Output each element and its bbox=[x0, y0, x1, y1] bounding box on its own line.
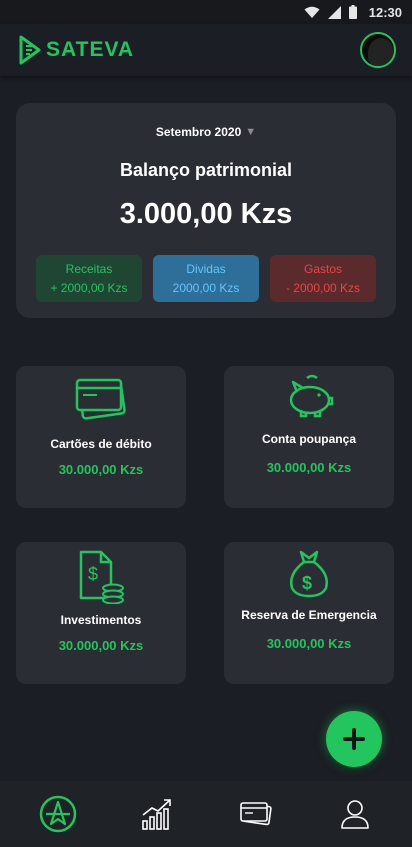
wifi-icon bbox=[304, 6, 320, 18]
svg-text:$: $ bbox=[88, 564, 98, 584]
nav-cards[interactable] bbox=[226, 789, 286, 839]
add-button[interactable] bbox=[326, 711, 382, 767]
cards-icon bbox=[239, 802, 272, 826]
brand[interactable]: SATEVA bbox=[18, 35, 134, 65]
credit-card-icon bbox=[75, 378, 126, 420]
tile-label: Conta poupança bbox=[261, 432, 356, 446]
income-label: Receitas bbox=[65, 262, 113, 276]
battery-icon bbox=[348, 5, 357, 19]
app-header: SATEVA bbox=[0, 24, 412, 76]
signal-icon bbox=[327, 5, 341, 19]
tile-value: 30.000,00 Kzs bbox=[58, 638, 144, 653]
balance-title: Balanço patrimonial bbox=[119, 160, 293, 180]
balance-value: 3.000,00 Kzs bbox=[119, 198, 293, 230]
brand-name: SATEVA bbox=[46, 38, 135, 61]
nav-stats[interactable] bbox=[127, 789, 187, 839]
tile-investments[interactable]: $ Investimentos 30.000,00 Kzs bbox=[16, 542, 186, 684]
tile-savings-account[interactable]: Conta poupança 30.000,00 Kzs bbox=[224, 366, 394, 508]
nav-home[interactable] bbox=[28, 789, 88, 839]
month-selector[interactable]: Setembro 2020 ▼ bbox=[16, 125, 396, 139]
money-bag-icon: $ bbox=[290, 550, 328, 598]
piggy-bank-icon bbox=[289, 374, 334, 418]
balance-card: Setembro 2020 ▼ Balanço patrimonial 3.00… bbox=[16, 103, 396, 318]
tile-value: 30.000,00 Kzs bbox=[58, 462, 144, 477]
tile-label: Investimentos bbox=[60, 613, 142, 627]
month-label: Setembro 2020 bbox=[155, 125, 242, 139]
user-icon bbox=[340, 800, 369, 829]
tile-debit-cards[interactable]: Cartões de débito 30.000,00 Kzs bbox=[16, 366, 186, 508]
tile-emergency-reserve[interactable]: $ Reserva de Emergencia 30.000,00 Kzs bbox=[224, 542, 394, 684]
svg-text:$: $ bbox=[302, 573, 312, 593]
tile-label: Reserva de Emergencia bbox=[241, 608, 377, 622]
status-bar: 12:30 bbox=[0, 0, 412, 24]
bar-chart-icon bbox=[141, 799, 171, 830]
expense-label: Gastos bbox=[303, 262, 342, 276]
debt-label: Dividas bbox=[186, 262, 226, 276]
bottom-nav bbox=[0, 781, 412, 847]
sateva-logo-icon bbox=[19, 35, 41, 65]
expense-chip[interactable]: Gastos - 2000,00 Kzs bbox=[270, 255, 376, 302]
expense-value: - 2000,00 Kzs bbox=[285, 281, 361, 295]
tile-value: 30.000,00 Kzs bbox=[266, 460, 352, 475]
income-chip[interactable]: Receitas + 2000,00 Kzs bbox=[36, 255, 142, 302]
income-value: + 2000,00 Kzs bbox=[50, 281, 128, 295]
tile-value: 30.000,00 Kzs bbox=[266, 636, 352, 651]
caret-down-icon: ▼ bbox=[245, 126, 257, 138]
status-time: 12:30 bbox=[368, 4, 402, 20]
nav-profile[interactable] bbox=[325, 789, 385, 839]
investment-document-icon: $ bbox=[79, 550, 124, 604]
plus-icon bbox=[343, 728, 365, 750]
home-logo-icon bbox=[39, 795, 76, 833]
user-avatar[interactable] bbox=[360, 32, 396, 68]
debt-chip[interactable]: Dividas 2000,00 Kzs bbox=[153, 255, 259, 302]
tile-label: Cartões de débito bbox=[50, 437, 152, 451]
debt-value: 2000,00 Kzs bbox=[172, 281, 240, 295]
